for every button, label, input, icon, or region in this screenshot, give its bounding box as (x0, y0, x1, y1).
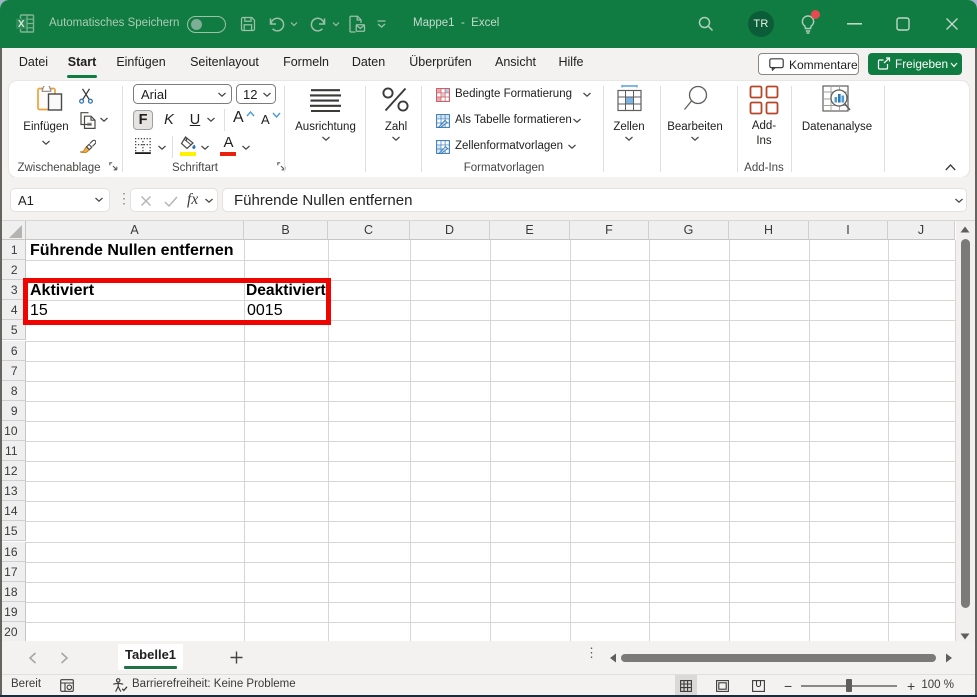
svg-text:X: X (18, 19, 25, 30)
